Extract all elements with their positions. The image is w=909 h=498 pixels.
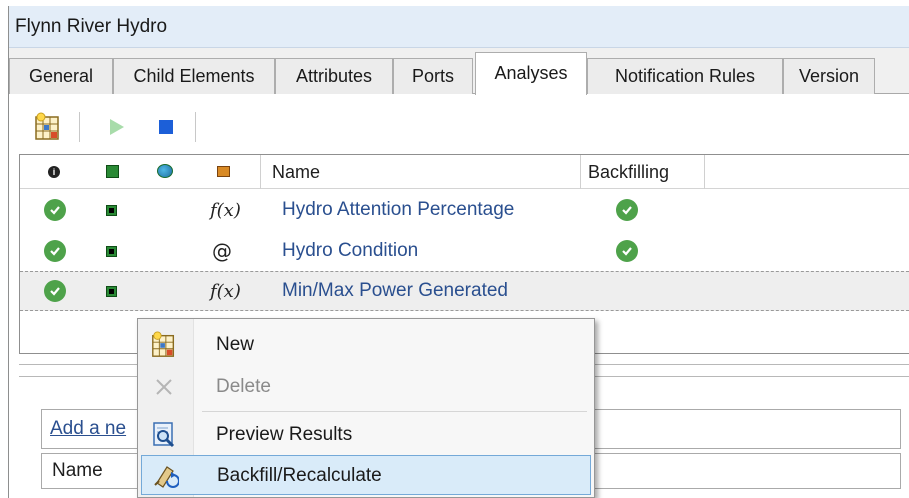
- new-analysis-icon: [152, 331, 175, 357]
- type-icon: [217, 166, 230, 177]
- info-icon: i: [48, 166, 60, 178]
- status-column-header[interactable]: [106, 165, 119, 178]
- table-row[interactable]: f(x) Hydro Attention Percentage: [20, 190, 909, 230]
- preview-icon: [153, 422, 175, 448]
- backfilling-column-header[interactable]: Backfilling: [588, 155, 669, 189]
- function-icon: f(x): [210, 199, 241, 221]
- table-row[interactable]: @ Hydro Condition: [20, 231, 909, 271]
- status-icon: [106, 285, 117, 297]
- analysis-name[interactable]: Min/Max Power Generated: [282, 272, 508, 310]
- tab-analyses[interactable]: Analyses: [475, 52, 587, 95]
- new-analysis-button[interactable]: [31, 110, 65, 144]
- type-column-header[interactable]: [217, 166, 230, 177]
- check-icon: [44, 280, 66, 302]
- function-icon: f(x): [210, 280, 241, 302]
- backfill-icon: [154, 466, 179, 488]
- globe-icon: [157, 164, 173, 178]
- check-icon: [44, 240, 66, 262]
- stop-icon: [159, 120, 173, 134]
- globe-column-header[interactable]: [157, 164, 173, 178]
- grid-header: i Name Backfilling: [20, 155, 909, 189]
- tab-general[interactable]: General: [9, 58, 113, 94]
- backfilling-check-icon: [616, 199, 638, 221]
- menu-item-label: Preview Results: [216, 424, 353, 445]
- menu-item-label: New: [216, 334, 255, 355]
- play-icon: [110, 119, 124, 135]
- analysis-name[interactable]: Hydro Condition: [282, 231, 418, 271]
- table-row[interactable]: f(x) Min/Max Power Generated: [20, 271, 909, 311]
- analyses-toolbar: [19, 104, 909, 150]
- delete-icon: [156, 379, 172, 395]
- menu-item-preview-results[interactable]: Preview Results: [141, 415, 591, 455]
- menu-item-delete[interactable]: Delete: [141, 367, 591, 407]
- tab-attributes[interactable]: Attributes: [275, 58, 393, 94]
- check-icon: [44, 199, 66, 221]
- window-title: Flynn River Hydro: [15, 16, 168, 37]
- title-bar: Flynn River Hydro: [9, 6, 909, 48]
- context-menu: New Delete Preview Results Backfill/Reca…: [137, 318, 595, 498]
- status-icon: [106, 165, 119, 178]
- backfilling-check-icon: [616, 240, 638, 262]
- status-icon: [106, 245, 117, 257]
- menu-item-new[interactable]: New: [141, 325, 591, 365]
- play-button[interactable]: [99, 110, 133, 144]
- menu-item-label: Backfill/Recalculate: [217, 465, 382, 486]
- tab-version[interactable]: Version: [783, 58, 875, 94]
- menu-item-label: Delete: [216, 376, 271, 397]
- new-analysis-icon: [35, 112, 59, 140]
- analysis-name[interactable]: Hydro Attention Percentage: [282, 190, 514, 230]
- menu-item-backfill-recalculate[interactable]: Backfill/Recalculate: [141, 455, 591, 495]
- tab-bar: General Child Elements Attributes Ports …: [9, 48, 909, 95]
- tab-notification-rules[interactable]: Notification Rules: [587, 58, 783, 94]
- tab-ports[interactable]: Ports: [393, 58, 473, 94]
- tab-child-elements[interactable]: Child Elements: [113, 58, 275, 94]
- name-column-header[interactable]: Name: [272, 155, 320, 189]
- status-icon: [106, 204, 117, 216]
- info-column-header[interactable]: i: [48, 166, 60, 178]
- event-frame-icon: @: [212, 239, 232, 263]
- stop-button[interactable]: [149, 110, 183, 144]
